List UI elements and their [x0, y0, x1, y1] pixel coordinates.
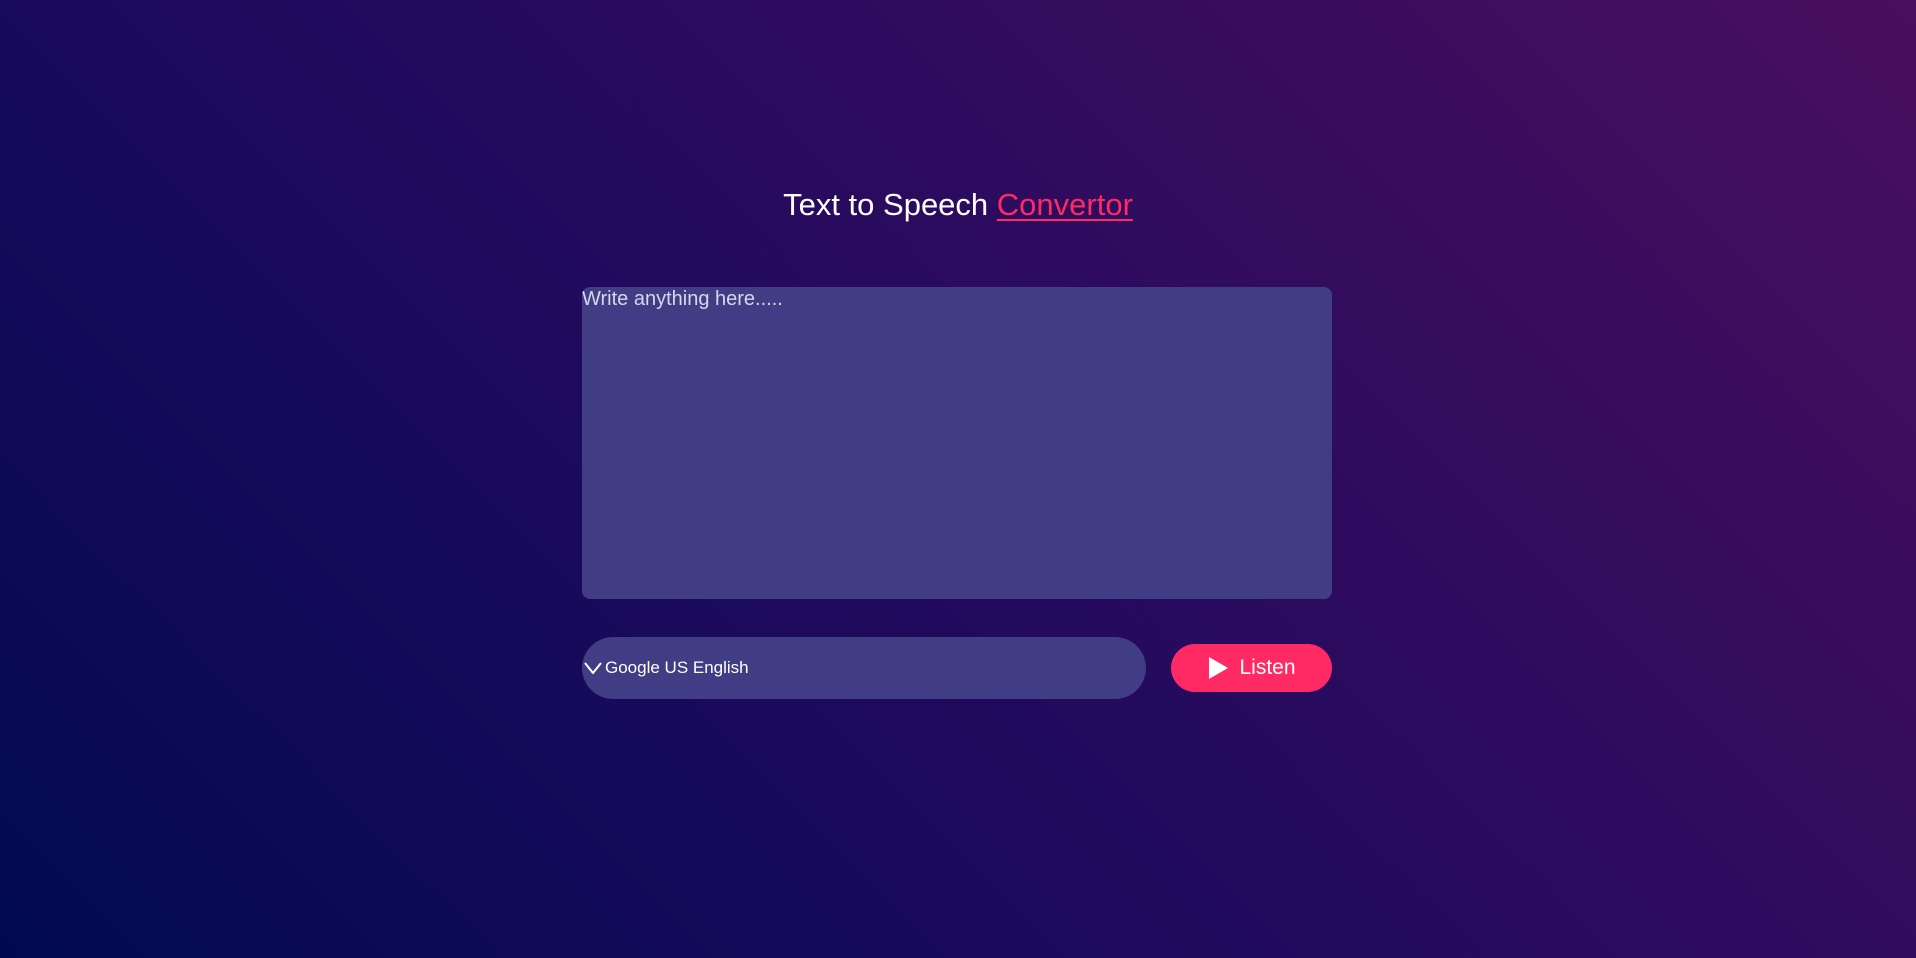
voice-select[interactable]: Google US English [582, 637, 1146, 699]
page-title: Text to Speech Convertor [0, 183, 1916, 227]
listen-button-label: Listen [1239, 656, 1296, 679]
play-icon [1207, 656, 1229, 680]
chevron-down-icon [583, 658, 603, 678]
title-accent: Convertor [996, 187, 1133, 222]
title-main: Text to Speech [783, 187, 989, 222]
speech-text-input[interactable] [582, 287, 1332, 599]
listen-button[interactable]: Listen [1171, 644, 1332, 692]
voice-select-value: Google US English [605, 658, 749, 677]
